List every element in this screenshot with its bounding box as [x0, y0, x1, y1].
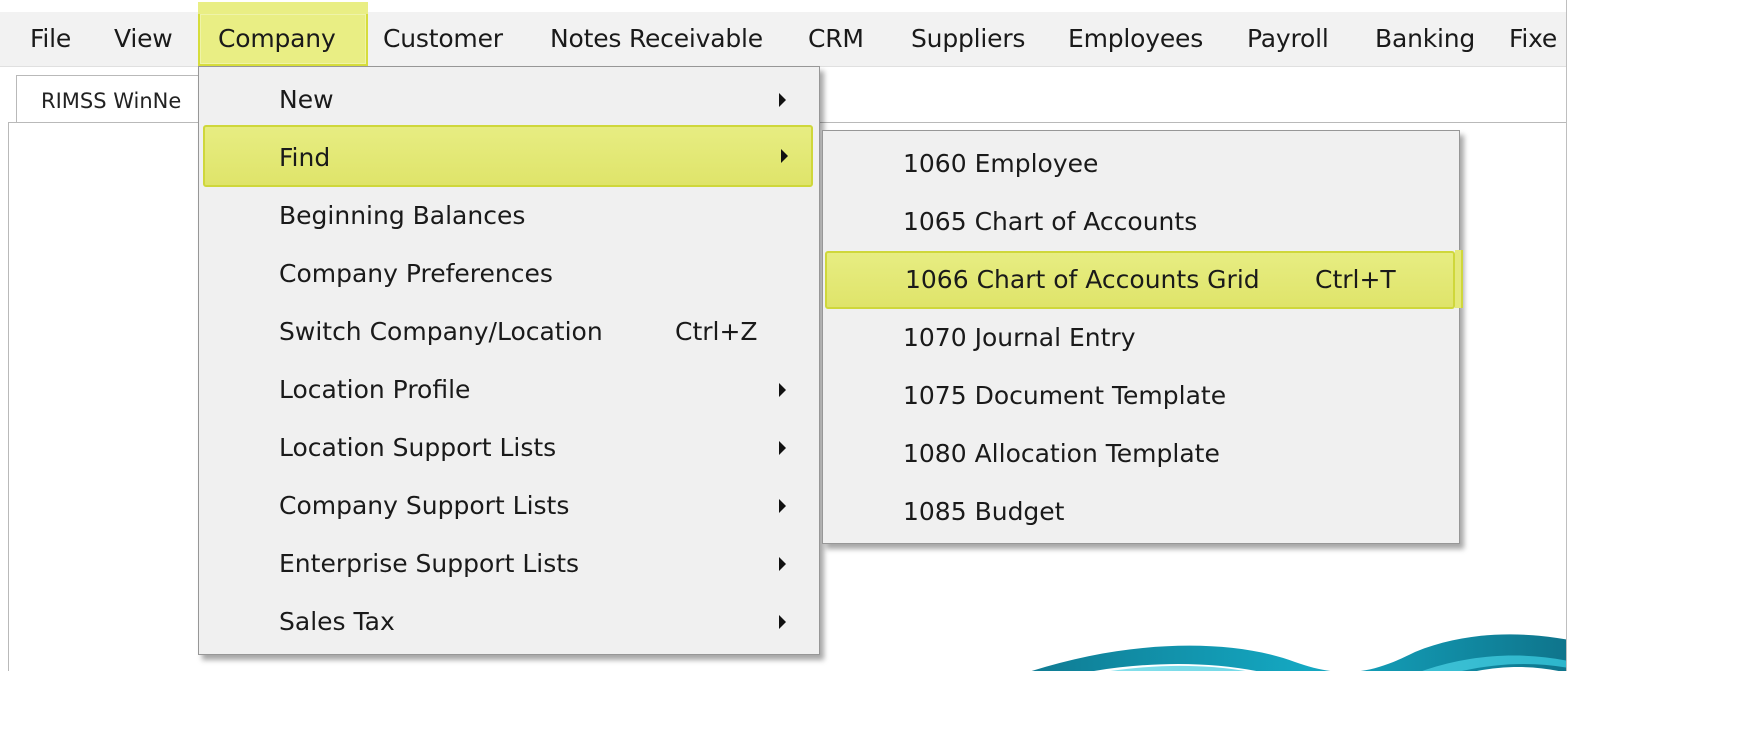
logo-swoosh-icon [1031, 634, 1566, 671]
submenu-item-1085-budget[interactable]: 1085 Budget [823, 483, 1459, 541]
menu-item-label: Switch Company/Location [279, 317, 603, 346]
menu-item-label: New [279, 85, 334, 114]
submenu-item-1060-employee[interactable]: 1060 Employee [823, 135, 1459, 193]
menu-payroll[interactable]: Payroll [1247, 12, 1329, 66]
menu-banking[interactable]: Banking [1375, 12, 1475, 66]
menu-view[interactable]: View [114, 12, 173, 66]
menu-fixed-assets[interactable]: Fixe [1509, 12, 1557, 66]
submenu-arrow-icon [779, 93, 786, 107]
menu-item-label: Location Profile [279, 375, 471, 404]
submenu-arrow-icon [779, 615, 786, 629]
menu-item-location-support-lists[interactable]: Location Support Lists [199, 419, 819, 477]
menu-item-label: Sales Tax [279, 607, 395, 636]
menu-item-label: 1070 Journal Entry [903, 323, 1136, 352]
menu-suppliers[interactable]: Suppliers [911, 12, 1025, 66]
submenu-item-1065-chart-of-accounts[interactable]: 1065 Chart of Accounts [823, 193, 1459, 251]
submenu-item-1080-allocation-template[interactable]: 1080 Allocation Template [823, 425, 1459, 483]
menu-item-label: Company Preferences [279, 259, 553, 288]
submenu-arrow-icon [779, 499, 786, 513]
menu-item-label: Location Support Lists [279, 433, 557, 462]
menu-customer[interactable]: Customer [383, 12, 503, 66]
menu-item-find[interactable]: Find [203, 125, 813, 187]
menu-item-label: 1065 Chart of Accounts [903, 207, 1198, 236]
highlight-extension [1455, 250, 1463, 308]
menu-item-shortcut: Ctrl+T [1315, 265, 1396, 294]
menu-employees[interactable]: Employees [1068, 12, 1203, 66]
menu-item-label: 1075 Document Template [903, 381, 1227, 410]
menu-item-label: Company Support Lists [279, 491, 570, 520]
menu-item-shortcut: Ctrl+Z [675, 317, 758, 346]
submenu-item-1066-chart-of-accounts-grid[interactable]: 1066 Chart of Accounts Grid Ctrl+T [825, 251, 1455, 309]
menu-item-company-support-lists[interactable]: Company Support Lists [199, 477, 819, 535]
menu-company[interactable]: Company [198, 2, 368, 66]
menu-item-sales-tax[interactable]: Sales Tax [199, 593, 819, 651]
menu-crm[interactable]: CRM [808, 12, 864, 66]
menu-item-label: 1080 Allocation Template [903, 439, 1220, 468]
submenu-arrow-icon [779, 557, 786, 571]
menu-item-enterprise-support-lists[interactable]: Enterprise Support Lists [199, 535, 819, 593]
menu-item-label: 1060 Employee [903, 149, 1099, 178]
menu-item-company-preferences[interactable]: Company Preferences [199, 245, 819, 303]
menu-file[interactable]: File [30, 12, 71, 66]
menu-bar: File View Company Customer Notes Receiva… [0, 2, 1566, 67]
menu-notes-receivable[interactable]: Notes Receivable [550, 12, 763, 66]
submenu-arrow-icon [779, 383, 786, 397]
submenu-arrow-icon [781, 149, 788, 163]
menu-item-label: 1085 Budget [903, 497, 1065, 526]
find-submenu: 1060 Employee 1065 Chart of Accounts 106… [822, 130, 1460, 544]
menu-item-label: Enterprise Support Lists [279, 549, 580, 578]
menu-item-label: Beginning Balances [279, 201, 526, 230]
menu-item-switch-company-location[interactable]: Switch Company/Location Ctrl+Z [199, 303, 819, 361]
menu-item-location-profile[interactable]: Location Profile [199, 361, 819, 419]
company-menu: New Find Beginning Balances Company Pref… [198, 66, 820, 655]
menu-item-label: Find [279, 143, 331, 172]
app-window: File View Company Customer Notes Receiva… [0, 0, 1567, 671]
submenu-item-1070-journal-entry[interactable]: 1070 Journal Entry [823, 309, 1459, 367]
menu-item-beginning-balances[interactable]: Beginning Balances [199, 187, 819, 245]
submenu-item-1075-document-template[interactable]: 1075 Document Template [823, 367, 1459, 425]
menu-item-new[interactable]: New [199, 71, 819, 129]
menu-item-label: 1066 Chart of Accounts Grid [905, 265, 1260, 294]
submenu-arrow-icon [779, 441, 786, 455]
